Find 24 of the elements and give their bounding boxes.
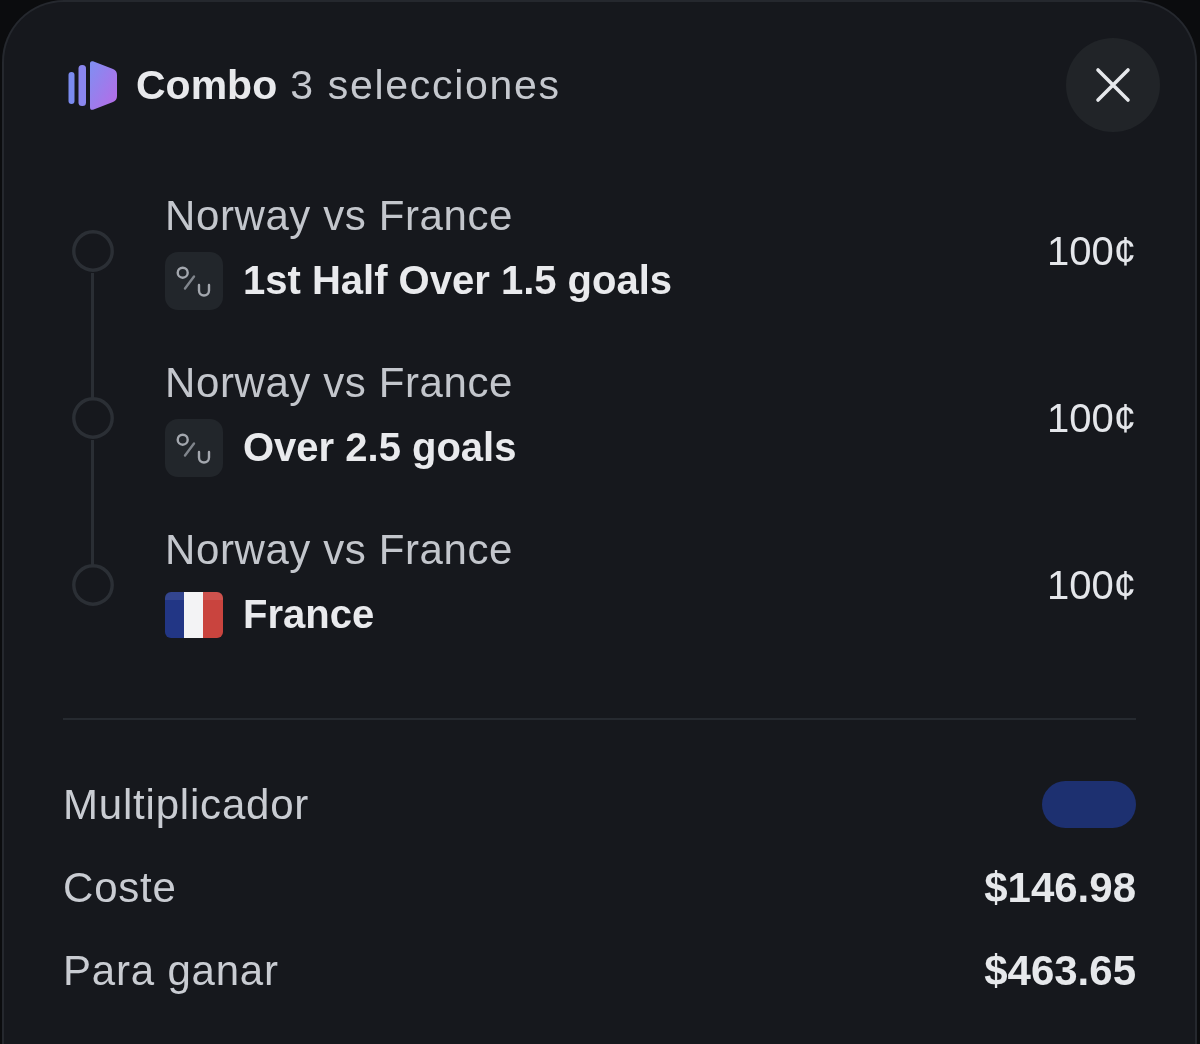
- over-under-icon: [165, 251, 223, 310]
- logo-icon: [68, 60, 117, 110]
- ring-icon: [72, 230, 114, 272]
- selection-price: 100¢: [1047, 395, 1136, 441]
- panel-title: Combo: [136, 61, 278, 109]
- flag-icon: [165, 591, 223, 638]
- summary-amount: $463.65: [984, 946, 1136, 995]
- summary-amount: $146.98: [984, 863, 1136, 912]
- match-name: Norway vs France: [165, 359, 514, 407]
- selection-price: 100¢: [1047, 228, 1136, 274]
- close-icon: [1095, 67, 1131, 103]
- match-name: Norway vs France: [165, 192, 514, 240]
- summary-label: Coste: [63, 863, 177, 912]
- ring-icon: [72, 564, 114, 606]
- summary-label: Para ganar: [63, 946, 279, 995]
- ring-icon: [72, 397, 114, 439]
- market-name: France: [243, 592, 375, 637]
- market-name: Over 2.5 goals: [243, 425, 517, 470]
- match-name: Norway vs France: [165, 526, 514, 574]
- market-name: 1st Half Over 1.5 goals: [243, 258, 673, 303]
- selection-price: 100¢: [1047, 562, 1136, 608]
- over-under-icon: [165, 418, 223, 477]
- summary-label: Multiplicador: [63, 780, 310, 829]
- selection-count: 3 selecciones: [290, 61, 561, 109]
